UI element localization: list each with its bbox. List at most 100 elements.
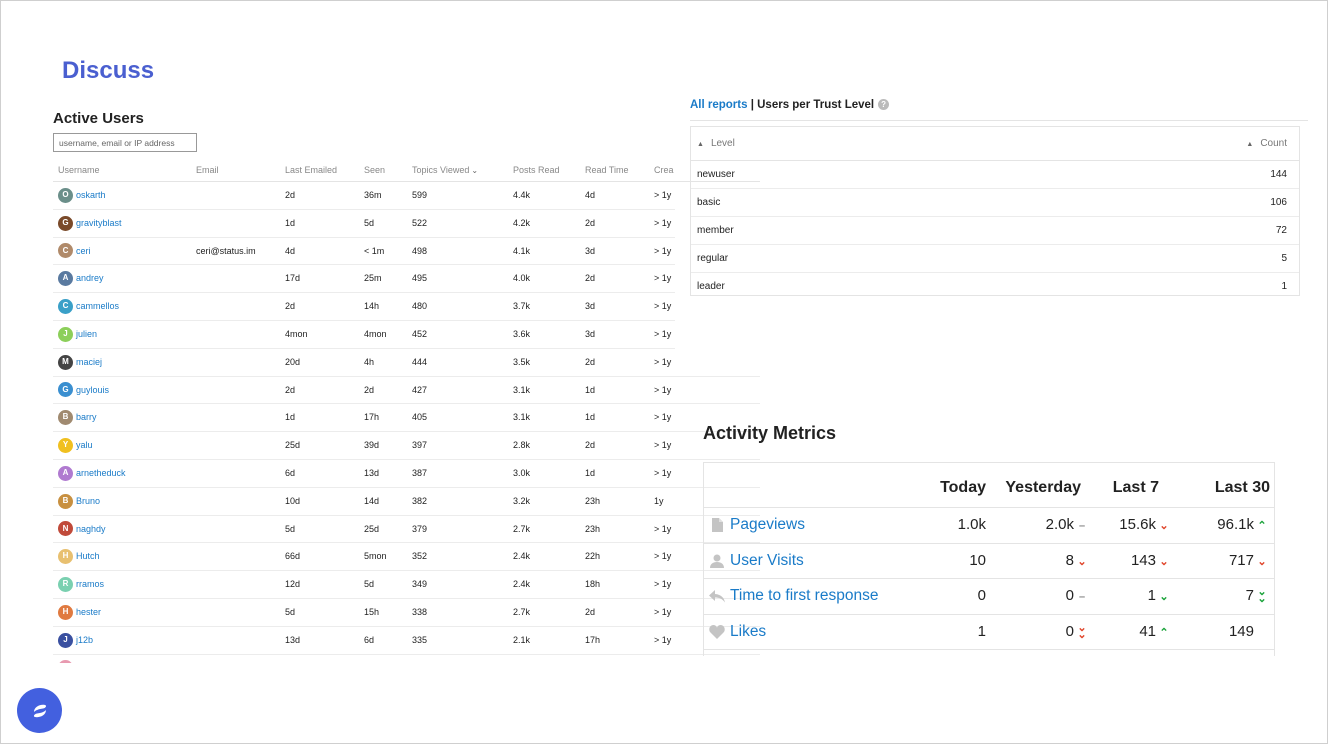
metric-value: 0: [977, 587, 986, 604]
cell-seen: 36m: [364, 190, 382, 200]
metric-last30-value: 7 ⌄ ⌄: [1246, 579, 1270, 614]
cell-read-time: 3d: [585, 245, 596, 256]
user-link[interactable]: Ccammellos: [58, 293, 119, 320]
user-link[interactable]: Cceri: [58, 238, 91, 265]
cell-topics: 349: [412, 579, 428, 590]
reply-icon: [708, 589, 726, 603]
user-link[interactable]: Yyalu: [58, 432, 93, 459]
avatar[interactable]: C: [58, 299, 73, 315]
cell-email: ceri@status.im: [196, 245, 256, 256]
cell-read-time: 3d: [585, 301, 596, 312]
cell-seen: 5d: [364, 217, 375, 228]
col-topics-viewed[interactable]: Topics Viewed ⌄: [412, 159, 478, 182]
cell-seen: 4h: [364, 356, 375, 367]
user-link[interactable]: Ggravityblast: [58, 210, 122, 237]
all-reports-link[interactable]: All reports: [690, 99, 748, 111]
user-link[interactable]: Yyenda: [58, 655, 101, 663]
cell-topics: 444: [412, 356, 428, 367]
metric-name: Time to first response: [730, 587, 879, 604]
avatar[interactable]: H: [58, 604, 73, 620]
avatar[interactable]: O: [58, 187, 73, 203]
metric-value: 149: [1228, 622, 1254, 640]
cell-topics: 335: [412, 634, 428, 645]
col-level[interactable]: ▲ Level: [697, 127, 735, 161]
activity-metrics-header: Today Yesterday Last 7 Last 30: [704, 463, 1274, 508]
username-label: Hutch: [76, 551, 100, 562]
user-link[interactable]: Rrramos: [58, 571, 104, 598]
active-users-header: Username Email Last Emailed Seen Topics …: [53, 159, 760, 182]
cell-seen: < 1m: [364, 245, 385, 256]
avatar[interactable]: A: [58, 271, 73, 287]
cell-topics: 318: [412, 655, 427, 664]
avatar[interactable]: J: [58, 632, 73, 648]
user-link[interactable]: Ooskarth: [58, 182, 106, 209]
user-link[interactable]: Hhester: [58, 599, 101, 626]
table-row: Aarnetheduck 6d 13d 387 3.0k 1d > 1y: [53, 460, 760, 488]
avatar[interactable]: G: [58, 382, 73, 398]
avatar[interactable]: B: [58, 410, 73, 426]
status-logo-icon[interactable]: [17, 688, 62, 733]
metric-value: 7: [1245, 587, 1254, 604]
cell-created: > 1y: [654, 655, 671, 664]
username-label: julien: [76, 328, 98, 339]
col-read-time[interactable]: Read Time: [585, 159, 629, 181]
metric-last30-value: 149: [1229, 615, 1270, 650]
metric-link[interactable]: Time to first response: [708, 579, 878, 614]
trend-flat-icon: –: [1078, 520, 1086, 532]
user-search-input[interactable]: [53, 133, 197, 152]
metric-value: 717: [1228, 551, 1254, 569]
col-count[interactable]: ▲ Count: [1246, 127, 1287, 161]
avatar[interactable]: Y: [58, 660, 73, 663]
cell-last-emailed: 66d: [285, 551, 301, 562]
user-link[interactable]: Mmaciej: [58, 349, 102, 376]
avatar[interactable]: B: [58, 493, 73, 509]
trust-level-count: 5: [1281, 253, 1287, 264]
avatar[interactable]: C: [58, 243, 73, 259]
trend-down-icon: ⌄: [1159, 591, 1169, 603]
user-link[interactable]: Nnaghdy: [58, 516, 106, 543]
col-seen[interactable]: Seen: [364, 159, 385, 181]
user-link[interactable]: Jjulien: [58, 321, 97, 348]
user-link[interactable]: Aarnetheduck: [58, 460, 126, 487]
avatar[interactable]: A: [58, 465, 73, 481]
cell-topics: 352: [412, 551, 428, 562]
cell-last-emailed: 2d: [285, 301, 296, 312]
username-label: guylouis: [76, 384, 110, 395]
metric-link[interactable]: User Visits: [708, 544, 804, 579]
user-link[interactable]: B Bruno: [58, 488, 100, 515]
user-link[interactable]: Gguylouis: [58, 377, 109, 404]
user-link[interactable]: Aandrey: [58, 265, 104, 292]
user-link[interactable]: Bbarry: [58, 404, 97, 431]
username-label: ceri: [76, 245, 91, 256]
col-last-emailed[interactable]: Last Emailed: [285, 159, 337, 181]
col-created[interactable]: Crea: [654, 159, 674, 181]
col-posts-read[interactable]: Posts Read: [513, 159, 560, 181]
metric-yesterday-value: 0–: [1066, 579, 1090, 615]
help-icon[interactable]: ?: [878, 99, 890, 111]
col-username[interactable]: Username: [58, 159, 100, 181]
metric-link[interactable]: Likes: [708, 615, 766, 650]
table-row: Mmaciej 20d 4h 444 3.5k 2d > 1y: [53, 349, 760, 377]
trust-level-row: regular 5: [691, 245, 1299, 273]
cell-created: > 1y: [654, 356, 672, 367]
trend-up-icon: ⌃: [1159, 626, 1169, 639]
avatar[interactable]: N: [58, 521, 73, 537]
divider: [690, 120, 1308, 121]
avatar[interactable]: H: [58, 549, 73, 565]
avatar[interactable]: R: [58, 577, 73, 593]
avatar[interactable]: G: [58, 215, 73, 231]
cell-created: 1y: [654, 495, 664, 506]
table-row: Ccammellos 2d 14h 480 3.7k 3d > 1y: [53, 293, 675, 321]
avatar[interactable]: Y: [58, 438, 73, 454]
user-link[interactable]: Jj12b: [58, 627, 93, 654]
metric-today-value: 0: [978, 579, 986, 614]
avatar[interactable]: J: [58, 326, 73, 342]
col-email[interactable]: Email: [196, 159, 219, 181]
avatar[interactable]: M: [58, 354, 73, 370]
cell-last-emailed: 4d: [285, 245, 296, 256]
metric-last30-value: 717 ⌄: [1229, 544, 1270, 580]
cell-posts: 4.1k: [513, 245, 531, 256]
metric-link[interactable]: Pageviews: [708, 508, 805, 543]
cell-last-emailed: 25d: [285, 440, 301, 451]
user-link[interactable]: H Hutch: [58, 543, 100, 570]
